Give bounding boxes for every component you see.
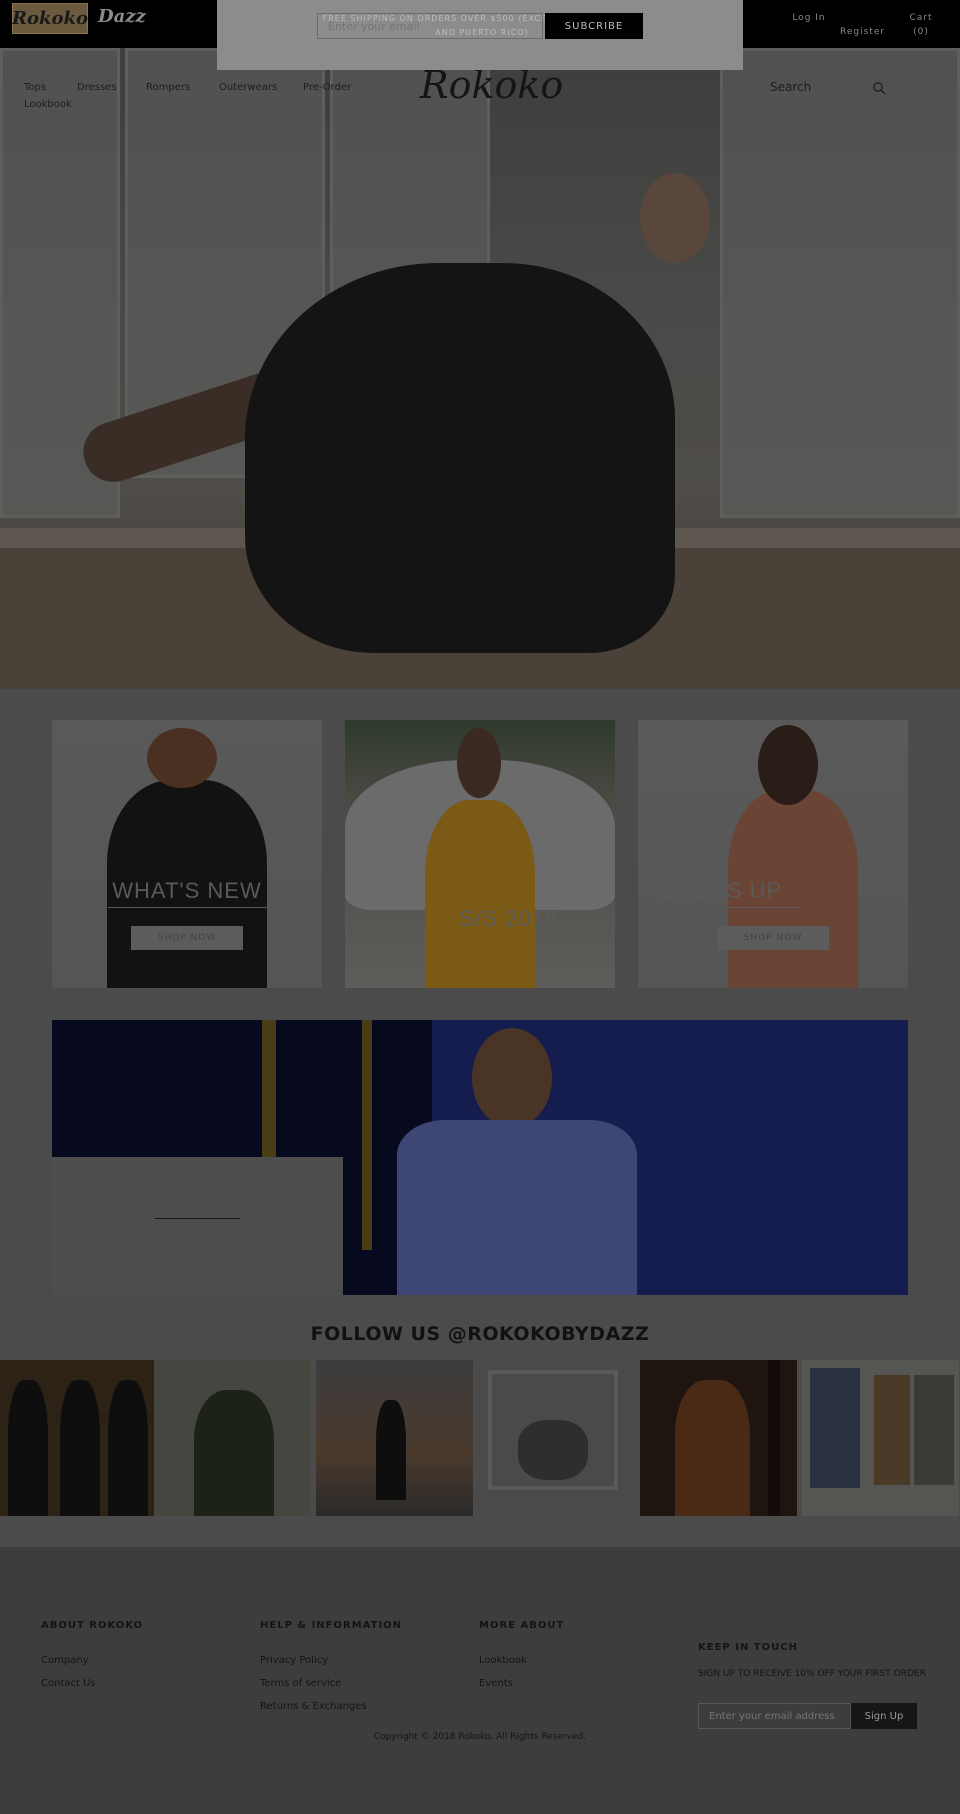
tile-divider (650, 907, 800, 908)
banner-text-panel (52, 1157, 343, 1295)
nav-item-dresses[interactable]: Dresses (77, 82, 117, 93)
cart-link[interactable]: Cart (0) (904, 11, 938, 39)
promo-popup: FREE SHIPPING ON ORDERS OVER $500 (EXCEP… (217, 0, 743, 70)
post-jeans (810, 1368, 860, 1488)
banner-divider (155, 1218, 240, 1219)
copyright-text: Copyright © 2018 Rokoko. All Rights Rese… (373, 1732, 587, 1742)
instagram-post[interactable] (478, 1360, 635, 1516)
footer-link-events[interactable]: Events (479, 1678, 513, 1689)
nav-item-tops[interactable]: Tops (24, 82, 46, 93)
banner-model-head (472, 1028, 552, 1128)
promo-banner[interactable] (52, 1020, 908, 1295)
post-figure (675, 1380, 750, 1516)
footer-link-contact[interactable]: Contact Us (41, 1678, 96, 1689)
instagram-post[interactable] (640, 1360, 797, 1516)
bamboo-stalk (362, 1020, 372, 1250)
instagram-post[interactable] (802, 1360, 959, 1516)
hero-image (0, 48, 960, 689)
footer-link-company[interactable]: Company (41, 1655, 89, 1666)
promo-subscribe-button[interactable]: SUBCRIBE (545, 13, 643, 39)
nav-item-rompers[interactable]: Rompers (146, 82, 190, 93)
footer-email-field[interactable] (698, 1703, 851, 1729)
tile-title: DRESS UP (661, 878, 783, 903)
tile-title: S/S 2018 (459, 906, 559, 931)
tile-divider (108, 907, 268, 908)
tile-model-head (457, 728, 501, 798)
footer-link-returns[interactable]: Returns & Exchanges (260, 1701, 367, 1712)
tile-title: WHAT'S NEW (112, 878, 262, 903)
banner-model-top (397, 1120, 637, 1295)
category-tile-dress-up[interactable]: DRESS UP SHOP NOW (638, 720, 908, 988)
instagram-post[interactable] (154, 1360, 311, 1516)
footer-link-lookbook[interactable]: Lookbook (479, 1655, 527, 1666)
tile-model-hair (147, 728, 217, 788)
login-link[interactable]: Log In (792, 11, 826, 25)
footer-heading-help: HELP & INFORMATION (260, 1620, 403, 1631)
tile-model-hair (758, 725, 818, 805)
post-figure (194, 1390, 274, 1516)
follow-heading: FOLLOW US @ROKOKOBYDAZZ (310, 1323, 650, 1345)
post-figure (518, 1420, 588, 1480)
nav-item-lookbook[interactable]: Lookbook (24, 99, 72, 110)
instagram-post[interactable] (316, 1360, 473, 1516)
brand-badge-text: Rokoko (12, 8, 88, 29)
model-dress (245, 263, 675, 653)
shop-now-button[interactable]: SHOP NOW (717, 926, 829, 950)
footer-heading-about: ABOUT ROKOKO (41, 1620, 144, 1631)
shop-now-button[interactable]: SHOP NOW (131, 926, 243, 950)
nav-item-outerwears[interactable]: Outerwears (219, 82, 277, 93)
footer-link-privacy[interactable]: Privacy Policy (260, 1655, 328, 1666)
footer-heading-keep-in-touch: KEEP IN TOUCH (698, 1642, 798, 1653)
brand-badge-logo[interactable]: Rokoko (12, 3, 88, 34)
window-pane (720, 48, 960, 518)
post-overall (874, 1375, 910, 1485)
post-figure (108, 1380, 148, 1516)
post-overall (914, 1375, 954, 1485)
instagram-post[interactable] (0, 1360, 157, 1516)
tile-model (425, 800, 535, 988)
post-figure (8, 1380, 48, 1516)
model-head (640, 173, 710, 263)
post-figure (60, 1380, 100, 1516)
category-tile-ss-2018[interactable]: S/S 2018 (345, 720, 615, 988)
post-curtain (768, 1360, 780, 1516)
search-input[interactable]: Search (770, 80, 811, 94)
nav-item-pre-order[interactable]: Pre-Order (303, 82, 351, 93)
post-figure (376, 1400, 406, 1500)
register-link[interactable]: Register (840, 25, 885, 39)
footer-heading-more: MORE ABOUT (479, 1620, 565, 1631)
category-tile-whats-new[interactable]: WHAT'S NEW SHOP NOW (52, 720, 322, 988)
promo-email-field[interactable] (317, 13, 543, 39)
brand-secondary-logo[interactable]: Dazz (98, 6, 146, 27)
search-icon[interactable] (872, 81, 886, 95)
footer-newsletter-note: SIGN UP TO RECEIVE 10% OFF YOUR FIRST OR… (698, 1669, 926, 1679)
footer-signup-button[interactable]: Sign Up (851, 1703, 917, 1729)
footer-link-terms[interactable]: Terms of service (260, 1678, 341, 1689)
